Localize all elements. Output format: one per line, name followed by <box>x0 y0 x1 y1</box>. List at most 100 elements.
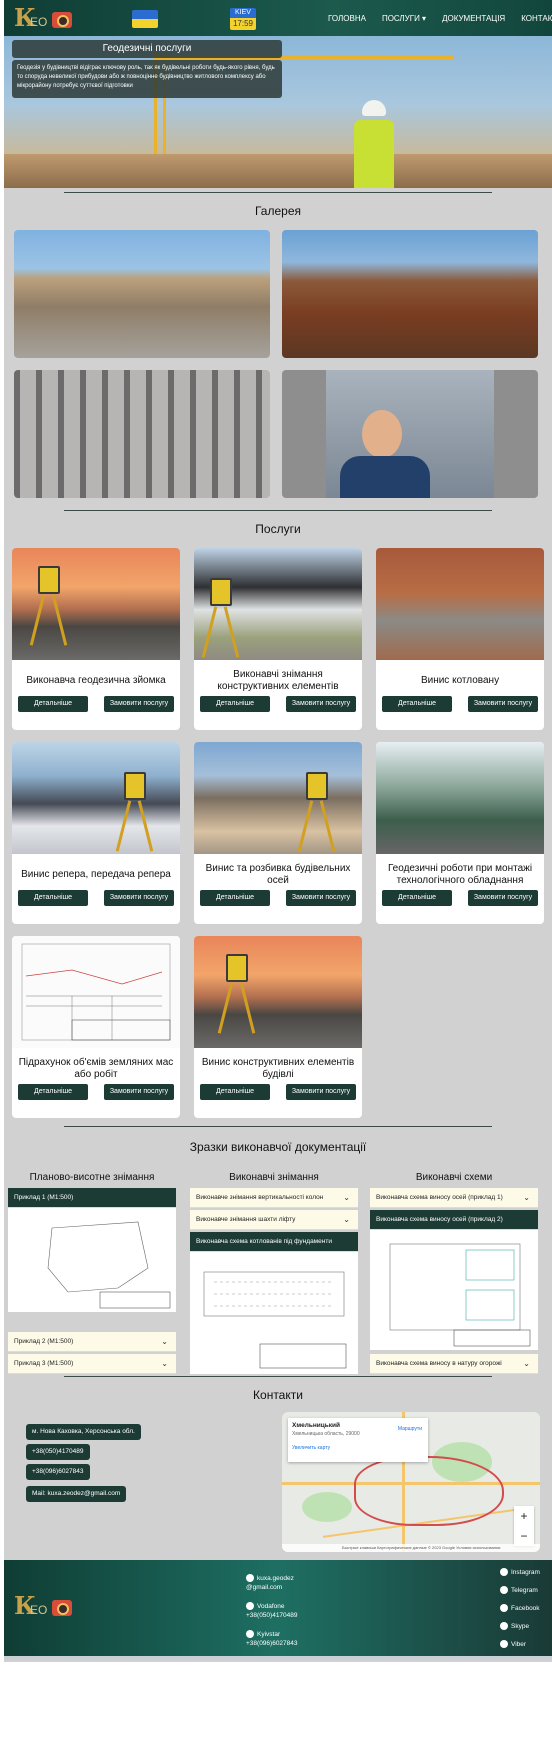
nav-home[interactable]: ГОЛОВНА <box>328 14 366 23</box>
nav-documentation[interactable]: ДОКУМЕНТАЦІЯ <box>442 14 505 23</box>
details-button[interactable]: Детальніше <box>200 1084 270 1100</box>
footer-vodafone[interactable]: Vodafone +38(050)4170489 <box>246 1602 298 1620</box>
social-instagram[interactable]: Instagram <box>500 1568 540 1577</box>
phone-icon <box>246 1630 254 1639</box>
plan-drawing <box>21 943 171 1041</box>
footer-kyivstar-label: Kyivstar <box>257 1631 281 1638</box>
accordion-item[interactable]: Виконавче знімання шахти ліфту ⌄ <box>190 1210 358 1230</box>
service-card: Винис та розбивка будівельних осей Детал… <box>194 742 362 924</box>
map-info-card: Хмельницький Хмельницька область, 29000 … <box>288 1418 428 1462</box>
footer-email[interactable]: kuxa.geodez @gmail.com <box>246 1574 316 1592</box>
chevron-down-icon: ⌄ <box>523 1359 530 1368</box>
gallery-image-selfie[interactable] <box>282 370 538 498</box>
accordion-item[interactable]: Виконавча схема виносу осей (приклад 2) <box>370 1210 538 1230</box>
service-title: Винис репера, передача репера <box>21 869 171 880</box>
map-footer: Быстрые клавиши Картографические данные … <box>282 1544 540 1552</box>
service-title: Виконавчі знімання конструктивних елемен… <box>217 669 339 692</box>
accordion-label: Виконавче знімання шахти ліфту <box>196 1216 296 1223</box>
chevron-down-icon: ⌄ <box>161 1359 168 1368</box>
details-button[interactable]: Детальніше <box>18 1084 88 1100</box>
service-title: Підрахунок об'ємів земляних мас або робі… <box>18 1057 174 1080</box>
horizontal-scrollbar[interactable] <box>4 1656 552 1660</box>
nav-contacts[interactable]: КОНТАКТИ <box>521 14 552 23</box>
page: К ЕО KIEV 17:59 ГОЛОВНА ПОСЛУГИ ▾ ДОКУМЕ… <box>4 0 552 1662</box>
accordion-item[interactable]: Приклад 1 (М1:500) <box>8 1188 176 1208</box>
hero-ground <box>4 154 552 188</box>
zoom-in-icon[interactable]: + <box>514 1506 534 1526</box>
social-skype[interactable]: Skype <box>500 1622 529 1631</box>
header-bar: К ЕО KIEV 17:59 ГОЛОВНА ПОСЛУГИ ▾ ДОКУМЕ… <box>4 0 552 36</box>
details-button[interactable]: Детальніше <box>18 696 88 712</box>
contact-address: м. Нова Каховка, Херсонська обл. <box>26 1424 141 1440</box>
contact-email[interactable]: Mail: kuxa.zeodez@gmail.com <box>26 1486 127 1502</box>
order-button[interactable]: Замовити послугу <box>104 890 174 906</box>
camera-icon <box>52 12 72 28</box>
accordion-label: Виконавча схема виносу осей (приклад 1) <box>376 1194 503 1201</box>
footer-kyivstar[interactable]: Kyivstar +38(096)6027843 <box>246 1630 298 1648</box>
service-card: Виконавча геодезична зйомка Детальніше З… <box>12 548 180 730</box>
service-title: Геодезичні роботи при монтажі технологіч… <box>387 863 533 886</box>
gallery-title: Галерея <box>254 204 302 218</box>
contact-phone-1[interactable]: +38(050)4170489 <box>26 1444 90 1460</box>
service-image <box>194 742 362 854</box>
order-button[interactable]: Замовити послугу <box>286 1084 356 1100</box>
clock-city: KIEV <box>230 8 256 18</box>
details-button[interactable]: Детальніше <box>18 890 88 906</box>
order-button[interactable]: Замовити послугу <box>468 890 538 906</box>
contact-phone-2[interactable]: +38(096)6027843 <box>26 1464 90 1480</box>
details-button[interactable]: Детальніше <box>382 890 452 906</box>
chevron-down-icon: ⌄ <box>343 1215 350 1224</box>
camera-icon <box>52 1600 72 1616</box>
service-image <box>376 742 544 854</box>
social-telegram[interactable]: Telegram <box>500 1586 538 1595</box>
social-viber[interactable]: Viber <box>500 1640 526 1649</box>
map-enlarge-link[interactable]: Увеличить карту <box>292 1445 424 1451</box>
divider <box>64 1126 492 1127</box>
order-button[interactable]: Замовити послугу <box>104 696 174 712</box>
accordion-item[interactable]: Приклад 2 (М1:500) ⌄ <box>8 1332 176 1352</box>
accordion-item[interactable]: Виконавче знімання вертикальності колон ⌄ <box>190 1188 358 1208</box>
accordion-item[interactable]: Виконавча схема виносу в натуру огорожі ⌄ <box>370 1354 538 1374</box>
map-zoom-controls[interactable]: + − <box>514 1506 534 1546</box>
service-title: Винис та розбивка будівельних осей <box>205 863 351 886</box>
details-button[interactable]: Детальніше <box>200 696 270 712</box>
order-button[interactable]: Замовити послугу <box>286 890 356 906</box>
footer-kyivstar-phone: +38(096)6027843 <box>246 1640 298 1647</box>
accordion-item[interactable]: Виконавча схема виносу осей (приклад 1) ⌄ <box>370 1188 538 1208</box>
surveyor-figure <box>348 100 400 188</box>
ukraine-flag-icon <box>132 10 158 28</box>
zoom-out-icon[interactable]: − <box>514 1526 534 1546</box>
order-button[interactable]: Замовити послугу <box>468 696 538 712</box>
accordion-label: Приклад 3 (М1:500) <box>14 1360 74 1367</box>
accordion-label: Виконавче знімання вертикальності колон <box>196 1194 324 1201</box>
accordion-item[interactable]: Приклад 3 (М1:500) ⌄ <box>8 1354 176 1374</box>
order-button[interactable]: Замовити послугу <box>104 1084 174 1100</box>
service-image <box>194 548 362 660</box>
gallery-image-rebar[interactable] <box>282 230 538 358</box>
doc-image[interactable] <box>8 1208 176 1312</box>
gallery-image-foundation[interactable] <box>14 230 270 358</box>
doc-image[interactable] <box>190 1252 358 1374</box>
docs-column-title: Виконавчі схеми <box>415 1172 493 1183</box>
service-card: Геодезичні роботи при монтажі технологіч… <box>376 742 544 924</box>
details-button[interactable]: Детальніше <box>382 696 452 712</box>
city-boundary <box>354 1456 504 1526</box>
details-button[interactable]: Детальніше <box>200 890 270 906</box>
hero-card: Геодезичні послуги Геодезія у будівництв… <box>12 40 282 136</box>
site-logo[interactable]: К ЕО <box>14 6 74 32</box>
map-park <box>302 1492 352 1522</box>
footer-logo[interactable]: К ЕО <box>14 1594 74 1620</box>
order-button[interactable]: Замовити послугу <box>286 696 356 712</box>
docs-column-title: Виконавчі знімання <box>229 1172 319 1183</box>
service-image <box>12 936 180 1048</box>
gallery-image-frame[interactable] <box>14 370 270 498</box>
google-map[interactable]: Хмельницький Хмельницька область, 29000 … <box>282 1412 540 1552</box>
nav-services[interactable]: ПОСЛУГИ ▾ <box>382 14 426 23</box>
accordion-item[interactable]: Виконавча схема котлованів під фундамент… <box>190 1232 358 1252</box>
doc-image[interactable] <box>370 1230 538 1350</box>
divider <box>64 1376 492 1377</box>
map-routes-link[interactable]: Маршрути <box>398 1426 422 1432</box>
service-title: Виконавча геодезична зйомка <box>26 675 166 686</box>
divider <box>64 192 492 193</box>
social-facebook[interactable]: Facebook <box>500 1604 540 1613</box>
